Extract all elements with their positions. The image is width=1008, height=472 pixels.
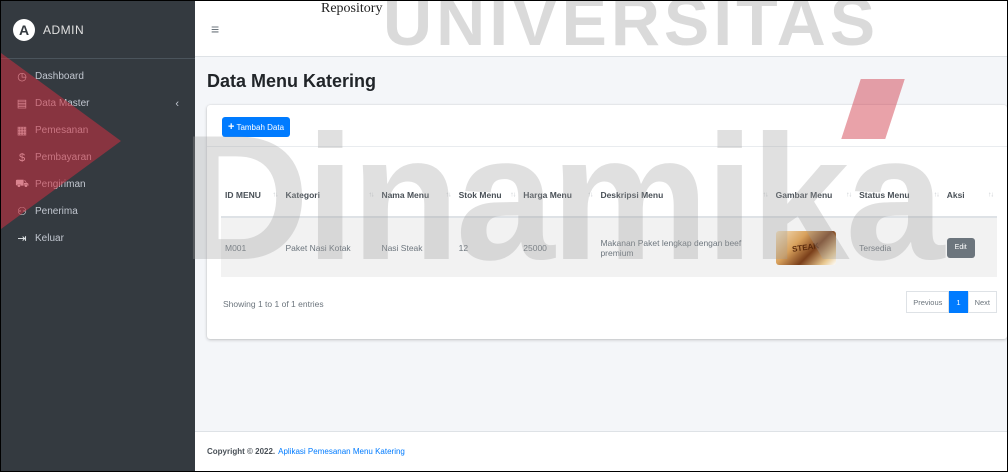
sort-icon: ↑↓ — [988, 191, 994, 198]
app-window: A ADMIN ◷ Dashboard ▤ Data Master ‹ ▦ Pe… — [0, 0, 1008, 472]
pagination-next[interactable]: Next — [967, 291, 997, 313]
footer-copyright: Copyright © 2022. — [207, 447, 276, 456]
footer: Copyright © 2022. Aplikasi Pemesanan Men… — [195, 431, 1007, 471]
chevron-left-icon: ‹ — [175, 97, 179, 110]
watermark-logo-arrow — [1, 31, 121, 251]
page-title: Data Menu Katering — [207, 71, 377, 91]
edit-button[interactable]: Edit — [946, 237, 975, 258]
pagination-page-1[interactable]: 1 — [949, 291, 968, 313]
watermark-caption: Repository — [321, 1, 383, 16]
hamburger-menu-icon[interactable]: ≡ — [211, 21, 219, 37]
watermark-universitas: UNIVERSITAS — [383, 0, 880, 60]
column-header-aksi[interactable]: Aksi ↑↓ — [942, 173, 997, 218]
footer-app-link[interactable]: Aplikasi Pemesanan Menu Katering — [278, 447, 405, 456]
entries-info: Showing 1 to 1 of 1 entries — [223, 299, 324, 309]
cell-aksi: Edit — [942, 216, 997, 277]
watermark-dinamika: Dinamika — [181, 98, 944, 297]
